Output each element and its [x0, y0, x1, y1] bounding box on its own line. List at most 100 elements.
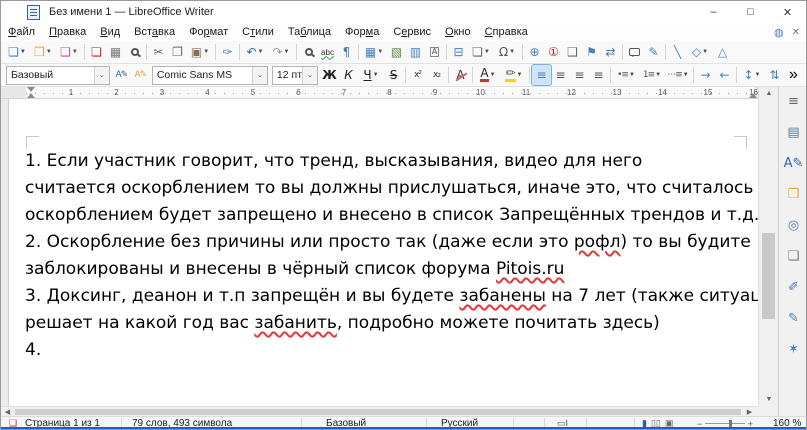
subscript-button[interactable]: x₂: [427, 65, 446, 85]
dropdown-arrow-icon[interactable]: ▼: [203, 49, 209, 55]
close-button[interactable]: ✕: [769, 1, 806, 23]
dropdown-arrow-icon[interactable]: ▼: [517, 72, 523, 78]
text-line[interactable]: 2. Оскорбление без причины или просто та…: [25, 232, 754, 259]
save-button[interactable]: ❑▼: [56, 42, 82, 62]
navigator-tab[interactable]: ◎: [782, 213, 806, 237]
insert-table-button[interactable]: ▦▼: [361, 42, 387, 62]
text-line[interactable]: 3. Доксинг, деанон и т.п запрещён и вы б…: [25, 286, 754, 313]
bullet-list-button[interactable]: •≡▼: [613, 65, 639, 85]
decrease-indent-button[interactable]: ←: [715, 65, 734, 85]
track-changes-button[interactable]: ✎: [644, 42, 663, 62]
basic-shapes-button[interactable]: ◇▼: [687, 42, 713, 62]
new-document-button[interactable]: ❏▼: [4, 42, 30, 62]
menu-view[interactable]: Вид: [93, 24, 127, 40]
insert-footnote-button[interactable]: ①: [544, 42, 563, 62]
insert-line-button[interactable]: ╲: [668, 42, 687, 62]
clone-formatting-button[interactable]: ✑: [218, 42, 237, 62]
insert-chart-button[interactable]: ▥: [406, 42, 425, 62]
dropdown-arrow-icon[interactable]: ▼: [755, 72, 761, 78]
document-text[interactable]: 1. Если участник говорит, что тренд, выс…: [25, 151, 754, 367]
numbered-list-button[interactable]: 1≡▼: [639, 65, 665, 85]
spelling-button[interactable]: abc: [318, 42, 337, 62]
right-indent-marker[interactable]: [749, 93, 757, 98]
dropdown-arrow-icon[interactable]: ▼: [46, 49, 52, 55]
zoom-slider-track[interactable]: [705, 423, 744, 424]
dropdown-arrow-icon[interactable]: ▼: [377, 49, 383, 55]
manage-changes-tab[interactable]: ✎: [782, 306, 806, 330]
insert-cross-reference-button[interactable]: ⇄: [601, 42, 620, 62]
dropdown-arrow-icon[interactable]: ▼: [702, 49, 708, 55]
dropdown-arrow-icon[interactable]: ▼: [490, 72, 496, 78]
menu-styles[interactable]: Стили: [235, 24, 281, 40]
line-spacing-button[interactable]: ↕▼: [739, 65, 765, 85]
outline-list-button[interactable]: ⋯≡▼: [665, 65, 691, 85]
print-button[interactable]: ▦: [106, 42, 125, 62]
text-line[interactable]: решает на какой год вас забанить, подроб…: [25, 313, 754, 340]
font-color-button[interactable]: A▼: [475, 65, 501, 85]
close-document-icon[interactable]: ✕: [792, 27, 800, 38]
font-size-combobox[interactable]: 12 пт ⌄: [272, 66, 318, 85]
document-page[interactable]: 1. Если участник говорит, что тренд, выс…: [8, 99, 758, 406]
menu-window[interactable]: Окно: [438, 24, 478, 40]
insert-field-button[interactable]: ❏▼: [468, 42, 494, 62]
dropdown-arrow-icon[interactable]: ▼: [683, 72, 689, 78]
align-center-button[interactable]: ≡: [551, 65, 570, 85]
open-button[interactable]: ❒▼: [30, 42, 56, 62]
paste-button[interactable]: ▣▼: [187, 42, 213, 62]
align-justify-button[interactable]: ≡: [589, 65, 608, 85]
cut-button[interactable]: ✂: [149, 42, 168, 62]
insert-comment-button[interactable]: [625, 42, 644, 62]
horizontal-scrollbar-thumb[interactable]: [15, 409, 741, 415]
menu-tools[interactable]: Сервис: [386, 24, 438, 40]
insert-hyperlink-button[interactable]: ⊕: [525, 42, 544, 62]
copy-button[interactable]: ❐: [168, 42, 187, 62]
styles-tab[interactable]: A✎: [782, 151, 806, 175]
strikethrough-button[interactable]: S: [384, 65, 403, 85]
left-indent-marker[interactable]: [27, 93, 35, 98]
bold-button[interactable]: Ж: [320, 65, 339, 85]
accessibility-check-tab[interactable]: ✶: [782, 337, 806, 361]
align-left-button[interactable]: ≡: [532, 65, 551, 85]
dropdown-arrow-icon[interactable]: ▼: [509, 49, 515, 55]
italic-button[interactable]: К: [339, 65, 358, 85]
dropdown-arrow-icon[interactable]: ▼: [655, 72, 661, 78]
align-right-button[interactable]: ≡: [570, 65, 589, 85]
formatting-marks-button[interactable]: ¶: [337, 42, 356, 62]
vertical-scrollbar[interactable]: ▲ ▼: [758, 87, 778, 406]
underline-button[interactable]: Ч▼: [358, 65, 384, 85]
redo-button[interactable]: ↷▼: [268, 42, 294, 62]
insert-endnote-button[interactable]: ❑: [563, 42, 582, 62]
dropdown-arrow-icon[interactable]: ▼: [284, 49, 290, 55]
menu-edit[interactable]: Правка: [42, 24, 93, 40]
insert-page-break-button[interactable]: ⊟: [449, 42, 468, 62]
undo-button[interactable]: ↶▼: [242, 42, 268, 62]
page-tab[interactable]: ❏: [782, 244, 806, 268]
horizontal-ruler[interactable]: 12345678910111213141516: [1, 87, 758, 99]
sidebar-settings-tab[interactable]: ≡: [782, 89, 806, 113]
text-line[interactable]: оскорблением будет запрещено и внесено в…: [25, 205, 754, 232]
menu-form[interactable]: Форма: [338, 24, 386, 40]
menu-help[interactable]: Справка: [478, 24, 535, 40]
vertical-scrollbar-thumb[interactable]: [762, 233, 775, 319]
dropdown-arrow-icon[interactable]: ▼: [484, 49, 490, 55]
dropdown-arrow-icon[interactable]: ▼: [72, 49, 78, 55]
text-line[interactable]: 1. Если участник говорит, что тренд, выс…: [25, 151, 754, 178]
dropdown-arrow-icon[interactable]: ▼: [20, 49, 26, 55]
increase-indent-button[interactable]: →: [696, 65, 715, 85]
properties-tab[interactable]: ▤: [782, 120, 806, 144]
paragraph-spacing-button[interactable]: ⇅: [765, 65, 784, 85]
font-name-combobox[interactable]: Comic Sans MS ⌄: [152, 66, 268, 85]
chevron-down-icon[interactable]: ⌄: [302, 67, 317, 84]
text-line[interactable]: 4.: [25, 340, 754, 367]
highlight-color-button[interactable]: ✏▼: [501, 65, 527, 85]
menu-format[interactable]: Формат: [182, 24, 235, 40]
text-line[interactable]: считается оскорблением то вы должны прис…: [25, 178, 754, 205]
new-style-button[interactable]: A✎: [131, 65, 150, 85]
style-inspector-tab[interactable]: ✐: [782, 275, 806, 299]
menu-table[interactable]: Таблица: [281, 24, 338, 40]
dropdown-arrow-icon[interactable]: ▼: [629, 72, 635, 78]
minimize-button[interactable]: –: [695, 1, 732, 23]
clear-formatting-button[interactable]: A: [451, 65, 470, 85]
update-style-button[interactable]: A✎: [112, 65, 131, 85]
scroll-down-icon[interactable]: ▼: [759, 393, 779, 406]
